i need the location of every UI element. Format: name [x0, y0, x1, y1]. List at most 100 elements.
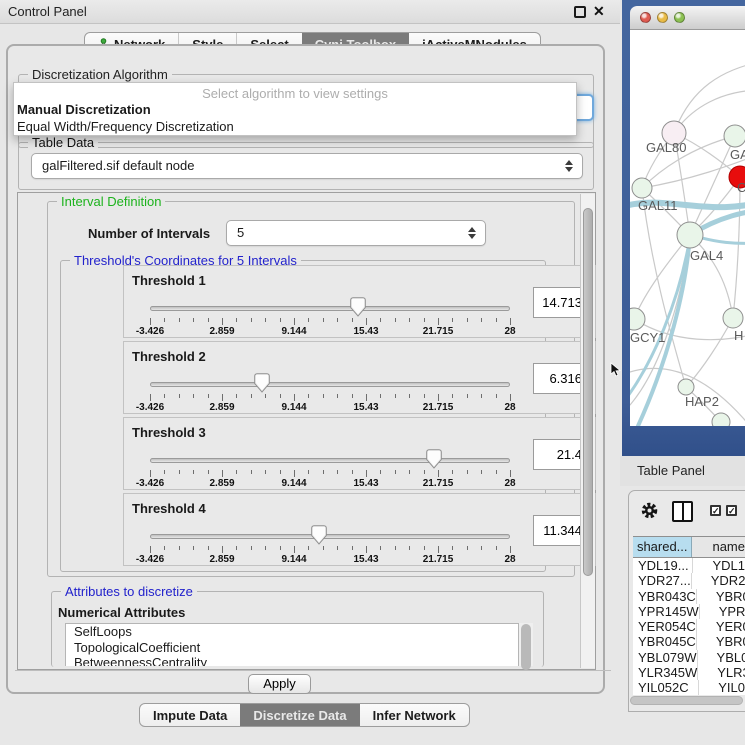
- table-row[interactable]: YLR345WYLR3: [633, 665, 745, 680]
- tick-mark: [337, 546, 338, 550]
- zoom-traffic-light-icon[interactable]: [674, 12, 685, 23]
- tick-mark: [179, 546, 180, 550]
- tick-mark: [409, 546, 410, 550]
- tick-mark: [481, 470, 482, 474]
- column-header-name[interactable]: name: [692, 537, 745, 557]
- tab-impute-data[interactable]: Impute Data: [140, 704, 240, 726]
- tick-mark: [352, 470, 353, 474]
- table-row[interactable]: YER054CYER0: [633, 619, 745, 634]
- tick-mark: [179, 470, 180, 474]
- threshold-slider-handle[interactable]: [311, 525, 327, 545]
- tick-mark: [438, 546, 439, 553]
- close-icon[interactable]: ✕: [593, 3, 605, 20]
- network-edge[interactable]: [733, 177, 740, 318]
- tick-mark: [294, 546, 295, 553]
- tick-label: 2.859: [197, 554, 247, 565]
- tick-mark: [308, 470, 309, 474]
- stepper-icon: [565, 160, 573, 172]
- table-scrollbar-thumb[interactable]: [630, 696, 743, 705]
- settings-scrollbar[interactable]: [580, 194, 595, 668]
- network-node[interactable]: [712, 413, 730, 426]
- threshold-slider-track[interactable]: [150, 534, 510, 539]
- tick-mark: [280, 470, 281, 474]
- network-edge[interactable]: [698, 237, 745, 243]
- cell-shared-name: YBR045C: [633, 634, 697, 649]
- table-row[interactable]: YIL052CYIL0: [633, 680, 745, 695]
- table-horizontal-scrollbar[interactable]: [630, 696, 743, 706]
- network-edge[interactable]: [686, 318, 733, 387]
- cell-name: YBL0: [698, 650, 745, 665]
- network-window-titlebar[interactable]: [630, 6, 745, 30]
- settings-scrollbar-thumb[interactable]: [583, 208, 593, 576]
- interval-definition-group: Interval Definition Number of Intervals …: [47, 201, 575, 577]
- threshold-slider-handle[interactable]: [350, 297, 366, 317]
- threshold-slider-handle[interactable]: [426, 449, 442, 469]
- tick-mark: [395, 394, 396, 398]
- split-columns-icon[interactable]: [672, 501, 693, 522]
- network-edge[interactable]: [690, 136, 735, 235]
- network-node[interactable]: [677, 222, 703, 248]
- network-node[interactable]: [724, 125, 745, 147]
- table-row[interactable]: YDL19...YDL1: [633, 558, 745, 573]
- threshold-label: Threshold 4: [132, 501, 206, 516]
- numerical-attributes-list[interactable]: SelfLoopsTopologicalCoefficientBetweenne…: [65, 623, 519, 666]
- tick-mark: [265, 470, 266, 474]
- tick-mark: [265, 318, 266, 322]
- tick-mark: [424, 470, 425, 474]
- table-data-select[interactable]: galFiltered.sif default node: [31, 153, 583, 179]
- checkbox-icon[interactable]: ✓: [710, 505, 721, 516]
- tick-mark: [380, 546, 381, 550]
- tick-mark: [179, 394, 180, 398]
- table-row[interactable]: YBR045CYBR0: [633, 634, 745, 649]
- tab-infer-network[interactable]: Infer Network: [360, 704, 469, 726]
- close-traffic-light-icon[interactable]: [640, 12, 651, 23]
- tick-label: -3.426: [125, 554, 175, 565]
- attributes-scrollbar-thumb[interactable]: [521, 624, 531, 670]
- network-edge[interactable]: [674, 60, 745, 133]
- network-canvas[interactable]: GAL80GACGAL11GAL4GCY1HHAP2: [630, 30, 745, 426]
- column-header-shared-name[interactable]: shared...: [633, 537, 692, 557]
- threshold-slider-track[interactable]: [150, 306, 510, 311]
- table-row[interactable]: YBR043CYBR0: [633, 589, 745, 604]
- tab-discretize-data[interactable]: Discretize Data: [240, 704, 359, 726]
- tick-mark: [208, 394, 209, 398]
- tick-mark: [366, 546, 367, 553]
- minimize-traffic-light-icon[interactable]: [657, 12, 668, 23]
- tick-mark: [251, 546, 252, 550]
- tick-mark: [395, 318, 396, 322]
- checkbox-icon[interactable]: ✓: [726, 505, 737, 516]
- algorithm-option[interactable]: Equal Width/Frequency Discretization: [14, 118, 576, 135]
- tick-mark: [208, 470, 209, 474]
- tick-mark: [323, 470, 324, 474]
- cell-name: YLR3: [698, 665, 745, 680]
- node-label: HAP2: [685, 394, 719, 409]
- threshold-slider-track[interactable]: [150, 382, 510, 387]
- float-window-icon[interactable]: [574, 6, 586, 18]
- network-node[interactable]: [630, 308, 645, 330]
- threshold-slider-handle[interactable]: [254, 373, 270, 393]
- tick-mark: [510, 546, 511, 553]
- tick-label: 15.43: [341, 326, 391, 337]
- attribute-list-item[interactable]: BetweennessCentrality: [66, 655, 518, 666]
- attribute-list-item[interactable]: SelfLoops: [66, 624, 518, 640]
- network-node[interactable]: [723, 308, 743, 328]
- network-node[interactable]: [678, 379, 694, 395]
- tick-label: 21.715: [413, 554, 463, 565]
- table-row[interactable]: YPR145WYPR1: [633, 604, 745, 619]
- table-settings-gear-icon[interactable]: [641, 502, 658, 524]
- threshold-slider-track[interactable]: [150, 458, 510, 463]
- algorithm-hint: Select algorithm to view settings: [14, 83, 576, 101]
- node-label: GCY1: [630, 330, 665, 345]
- cell-name: YBR0: [697, 589, 745, 604]
- algorithm-option[interactable]: Manual Discretization: [14, 101, 576, 118]
- attribute-list-item[interactable]: TopologicalCoefficient: [66, 640, 518, 656]
- table-row[interactable]: YBL079WYBL0: [633, 650, 745, 665]
- number-of-intervals-select[interactable]: 5: [226, 220, 486, 246]
- tick-label: 28: [485, 326, 535, 337]
- tick-mark: [409, 470, 410, 474]
- apply-button[interactable]: Apply: [248, 674, 311, 694]
- table-row[interactable]: YDR27...YDR2: [633, 573, 745, 588]
- attributes-scrollbar[interactable]: [519, 623, 533, 666]
- tick-label: 9.144: [269, 554, 319, 565]
- network-node[interactable]: [632, 178, 652, 198]
